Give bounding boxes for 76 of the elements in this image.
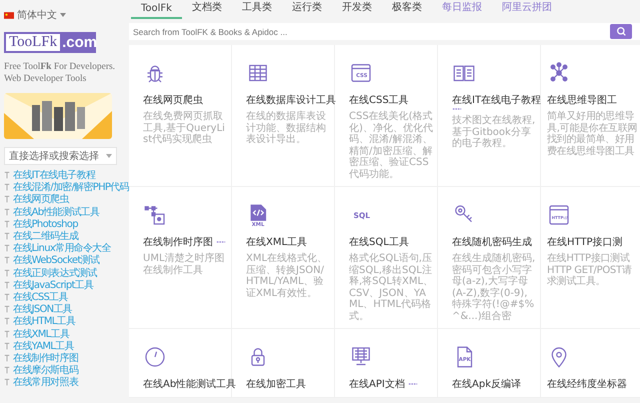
tool-title: 在线CSS工具 [349, 94, 409, 107]
tool-title: 在线数据库设计工具 [246, 94, 336, 107]
tool-card[interactable]: 在线IT在线电子教程 技术图文在线教程,基于Gitbook分享的电子教程。 [438, 45, 541, 187]
tool-title: 在线制作时序图 [143, 236, 213, 249]
tool-card[interactable]: SQL 在线SQL工具 格式化SQL语句,压缩SQL,移出SQL注释,将SQL转XML、CSV、JSON、YAML、HTML代码格式。 [335, 187, 438, 329]
category-tab[interactable]: 运行类 [282, 0, 332, 19]
category-tab[interactable]: 工具类 [232, 0, 282, 19]
text-icon [4, 220, 10, 228]
tool-title: 在线经纬度坐标器 [547, 378, 627, 391]
text-icon [4, 280, 10, 289]
tool-title: 在线随机密码生成 [452, 236, 532, 249]
gauge-icon [143, 345, 167, 369]
text-icon [4, 317, 10, 326]
tool-title: 在线思维导图工 [547, 94, 617, 107]
category-tab[interactable]: 开发类 [332, 0, 382, 19]
new-mark-icon [452, 107, 462, 111]
tool-title: 在线XML工具 [246, 236, 308, 249]
category-tab[interactable]: ToolFk [131, 3, 182, 19]
category-tab[interactable]: 极客类 [382, 0, 432, 19]
new-mark-icon [408, 382, 418, 386]
text-icon [4, 330, 10, 338]
tool-description: 具,可能是你在互联网 [547, 122, 638, 134]
new-mark-icon [216, 240, 226, 244]
text-icon [4, 354, 10, 362]
tool-card[interactable]: 在线思维导图工 简单又好用的思维导 具,可能是你在互联网 找到的最简单、好用 费在线思维导图工具 [541, 45, 640, 187]
tool-card[interactable]: 在线API文档 [335, 329, 438, 398]
tool-description: 求测试工具。 [547, 276, 606, 288]
tool-description: 格式化SQL语句,压缩SQL,移出SQL注释,将SQL转XML、CSV、JSON、YAML、HTML代码格式。 [349, 253, 434, 322]
tool-title: 在线Apk反编译 [452, 378, 521, 391]
caret-icon [106, 154, 112, 158]
text-icon [4, 195, 10, 204]
text-icon [4, 183, 10, 192]
language-selector[interactable]: 简体中文 [4, 8, 117, 22]
text-icon [4, 342, 10, 350]
text-icon [4, 366, 10, 374]
text-icon [4, 208, 10, 216]
sql-icon: SQL [349, 203, 373, 227]
tool-title: 在线IT在线电子教程 [452, 94, 542, 107]
tool-description: 找到的最简单、好用 [547, 134, 634, 146]
tool-description: 技术图文在线教程,基于Gitbook分享的电子教程。 [452, 115, 536, 150]
text-icon [4, 268, 10, 277]
tool-description: 在线HTTP接口测试 [547, 253, 630, 264]
tool-description: 简单又好用的思维导 [547, 111, 634, 122]
text-icon [4, 232, 10, 240]
tool-description: XML在线格式化、压缩、转换JSON/HTML/YAML、验证XML有效性。 [246, 253, 328, 299]
tool-description: HTTP GET/POST请 [547, 264, 632, 276]
category-tab[interactable]: 文档类 [182, 0, 232, 19]
tool-card[interactable]: 在线制作时序图 UML清楚之时序图在线制作工具 [129, 187, 232, 329]
tool-description: UML清楚之时序图在线制作工具 [143, 253, 226, 276]
text-icon [4, 378, 10, 386]
tool-description: 在线免费网页抓取工具,基于QueryList代码实现爬虫 [143, 111, 226, 146]
search-button[interactable] [610, 24, 632, 39]
tool-card[interactable]: 在线网页爬虫 在线免费网页抓取工具,基于QueryList代码实现爬虫 [129, 45, 232, 187]
search-icon [616, 26, 626, 37]
text-icon [4, 244, 10, 252]
tool-card[interactable]: 在线数据库设计工具 在线的数据库表设计功能、数据结构表设计导出。 [232, 45, 335, 187]
caret-icon [60, 13, 66, 17]
flowchart-icon [143, 203, 167, 227]
tool-description: 费在线思维导图工具 [547, 146, 634, 157]
flag-icon [4, 12, 14, 18]
tool-description: CSS在线美化(格式化)、净化、优化代码、混淆/解混淆、精简/加密压缩、解密压缩、验证CSS代码功能。 [349, 111, 434, 180]
text-icon [4, 305, 10, 314]
text-icon [4, 256, 10, 264]
tool-title: 在线网页爬虫 [143, 94, 203, 107]
tool-card[interactable]: 在线经纬度坐标器 [541, 329, 640, 398]
tool-card[interactable]: 在线随机密码生成 在线生成随机密码,密码可包含小写字母(a-z),大写字母(A-Z),数字(0-9),特殊字符(!@#$%^&...)组合密 [438, 187, 541, 329]
tool-title: 在线加密工具 [246, 378, 306, 391]
tool-description: 在线生成随机密码,密码可包含小写字母(a-z),大写字母(A-Z),数字(0-9),特殊字符(!@#$%^&...)组合密 [452, 253, 536, 322]
tool-title: 在线SQL工具 [349, 236, 409, 249]
text-icon [4, 292, 10, 301]
tool-description: 在线的数据库表设计功能、数据结构表设计导出。 [246, 111, 327, 146]
text-icon [4, 171, 10, 180]
tagline: Free ToolFk For Developers. Web Developer Tools [4, 61, 116, 85]
tool-title: 在线API文档 [349, 378, 405, 391]
tool-title: 在线HTTP接口测 [547, 236, 623, 249]
tool-select[interactable]: 直接选择或搜索选择 [4, 147, 117, 165]
